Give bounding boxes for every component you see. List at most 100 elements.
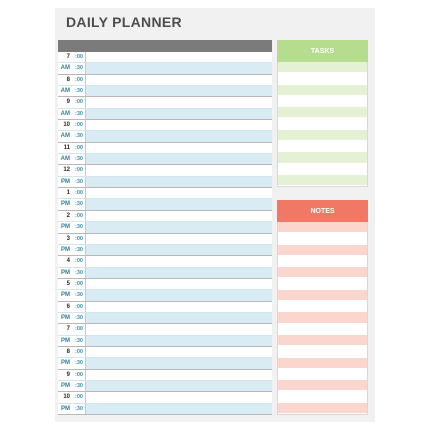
minute-label: :30 xyxy=(75,382,83,389)
writing-line[interactable] xyxy=(278,368,367,381)
minute-label: :00 xyxy=(75,144,83,151)
time-label: 10:00 xyxy=(58,120,86,131)
minute-label: :30 xyxy=(75,65,83,72)
hour-label: 10 xyxy=(63,394,70,401)
writing-line[interactable] xyxy=(278,222,367,234)
schedule-slot[interactable]: PM:30 xyxy=(58,312,272,325)
meridiem-label: AM xyxy=(60,88,70,95)
hour-label: 2 xyxy=(66,212,70,219)
schedule-slot[interactable]: 6:00 xyxy=(58,301,272,313)
writing-line[interactable] xyxy=(278,73,367,85)
writing-line[interactable] xyxy=(278,152,367,164)
time-label: PM:30 xyxy=(58,176,86,188)
writing-line[interactable] xyxy=(278,380,367,392)
schedule-slot[interactable]: 8:00 xyxy=(58,74,272,87)
schedule-slot[interactable]: 7:00 xyxy=(58,324,272,336)
minute-label: :00 xyxy=(75,190,83,197)
minute-label: :00 xyxy=(75,258,83,265)
writing-line[interactable] xyxy=(278,255,367,268)
writing-line[interactable] xyxy=(278,233,367,245)
meridiem-label: AM xyxy=(60,156,70,163)
schedule-slot[interactable]: 3:00 xyxy=(58,233,272,245)
page-title: DAILY PLANNER xyxy=(66,14,182,30)
schedule-slot[interactable]: 9:00 xyxy=(58,97,272,109)
time-label: 7:00 xyxy=(58,324,86,335)
meridiem-label: PM xyxy=(61,382,70,389)
time-label: AM:30 xyxy=(58,63,86,74)
meridiem-label: PM xyxy=(61,360,70,367)
writing-line[interactable] xyxy=(278,107,367,119)
writing-line[interactable] xyxy=(278,84,367,96)
schedule-slot[interactable]: 12:00 xyxy=(58,165,272,177)
writing-line[interactable] xyxy=(278,95,367,108)
schedule-slot[interactable]: 4:00 xyxy=(58,256,272,268)
schedule-slot[interactable]: 11:00 xyxy=(58,142,272,155)
minute-label: :00 xyxy=(75,303,83,310)
writing-line[interactable] xyxy=(278,141,367,153)
schedule-slot[interactable]: 9:00 xyxy=(58,369,272,381)
meridiem-label: PM xyxy=(61,201,70,208)
schedule-slot[interactable]: AM:30 xyxy=(58,108,272,121)
minute-label: :30 xyxy=(75,269,83,276)
writing-line[interactable] xyxy=(278,289,367,302)
schedule-slot[interactable]: PM :30 xyxy=(58,380,272,393)
writing-line[interactable] xyxy=(278,118,367,130)
writing-line[interactable] xyxy=(278,174,367,187)
schedule-slot[interactable]: AM:30 xyxy=(58,63,272,75)
schedule-slot[interactable]: PM:30 xyxy=(58,199,272,211)
meridiem-label: AM xyxy=(60,133,70,140)
schedule-slot[interactable]: 10:00 xyxy=(58,392,272,404)
schedule-slot[interactable]: PM:30 xyxy=(58,176,272,189)
writing-line[interactable] xyxy=(278,312,367,324)
hour-label: 9 xyxy=(66,371,70,378)
time-label: AM:30 xyxy=(58,108,86,120)
schedule-slot[interactable]: 5:00 xyxy=(58,278,272,291)
writing-line[interactable] xyxy=(278,334,367,347)
time-label: 11:00 xyxy=(58,142,86,154)
time-label: PM:30 xyxy=(58,244,86,256)
writing-line[interactable] xyxy=(278,391,367,403)
schedule-slot[interactable]: PM:30 xyxy=(58,358,272,370)
schedule-slot[interactable]: AM:30 xyxy=(58,131,272,143)
time-label: 10:00 xyxy=(58,392,86,403)
time-label: 2:00 xyxy=(58,210,86,222)
time-label: PM:30 xyxy=(58,222,86,233)
minute-label: :30 xyxy=(75,314,83,321)
schedule-slot[interactable]: PM:30 xyxy=(58,335,272,347)
time-label: PM:30 xyxy=(58,267,86,278)
schedule-slot[interactable]: 8:00 xyxy=(58,346,272,359)
hourly-schedule: 7:00 AM:30 8:00 AM:30 9:00 AM:30 10:00 AM:30 11:… xyxy=(58,52,272,415)
time-label: 6:00 xyxy=(58,301,86,312)
minute-label: :30 xyxy=(75,178,83,185)
writing-line[interactable] xyxy=(278,129,367,142)
schedule-slot[interactable]: 10:00 xyxy=(58,120,272,132)
schedule-slot[interactable]: PM:30 xyxy=(58,222,272,234)
writing-line[interactable] xyxy=(278,323,367,335)
writing-line[interactable] xyxy=(278,163,367,175)
writing-line[interactable] xyxy=(278,346,367,358)
schedule-slot[interactable]: PM:30 xyxy=(58,244,272,257)
minute-label: :00 xyxy=(75,76,83,83)
meridiem-label: PM xyxy=(61,292,70,299)
schedule-slot[interactable]: 2:00 xyxy=(58,210,272,223)
schedule-slot[interactable]: AM:30 xyxy=(58,86,272,98)
writing-line[interactable] xyxy=(278,244,367,256)
schedule-slot[interactable]: PM:30 xyxy=(58,267,272,279)
schedule-slot[interactable]: AM:30 xyxy=(58,154,272,166)
writing-line[interactable] xyxy=(278,301,367,313)
schedule-slot[interactable]: 7:00 xyxy=(58,52,272,64)
writing-line[interactable] xyxy=(278,62,367,74)
writing-line[interactable] xyxy=(278,402,367,415)
writing-line[interactable] xyxy=(278,278,367,290)
time-label: PM:30 xyxy=(58,335,86,346)
time-label: 8:00 xyxy=(58,74,86,86)
schedule-slot[interactable]: 1:00 xyxy=(58,188,272,200)
hour-label: 5 xyxy=(66,280,70,287)
schedule-slot[interactable]: PM:30 xyxy=(58,403,272,415)
minute-label: :30 xyxy=(75,224,83,231)
writing-line[interactable] xyxy=(278,267,367,279)
schedule-slot[interactable]: PM:30 xyxy=(58,290,272,302)
hour-label: 7 xyxy=(66,54,70,60)
minute-label: :30 xyxy=(75,337,83,344)
writing-line[interactable] xyxy=(278,357,367,369)
